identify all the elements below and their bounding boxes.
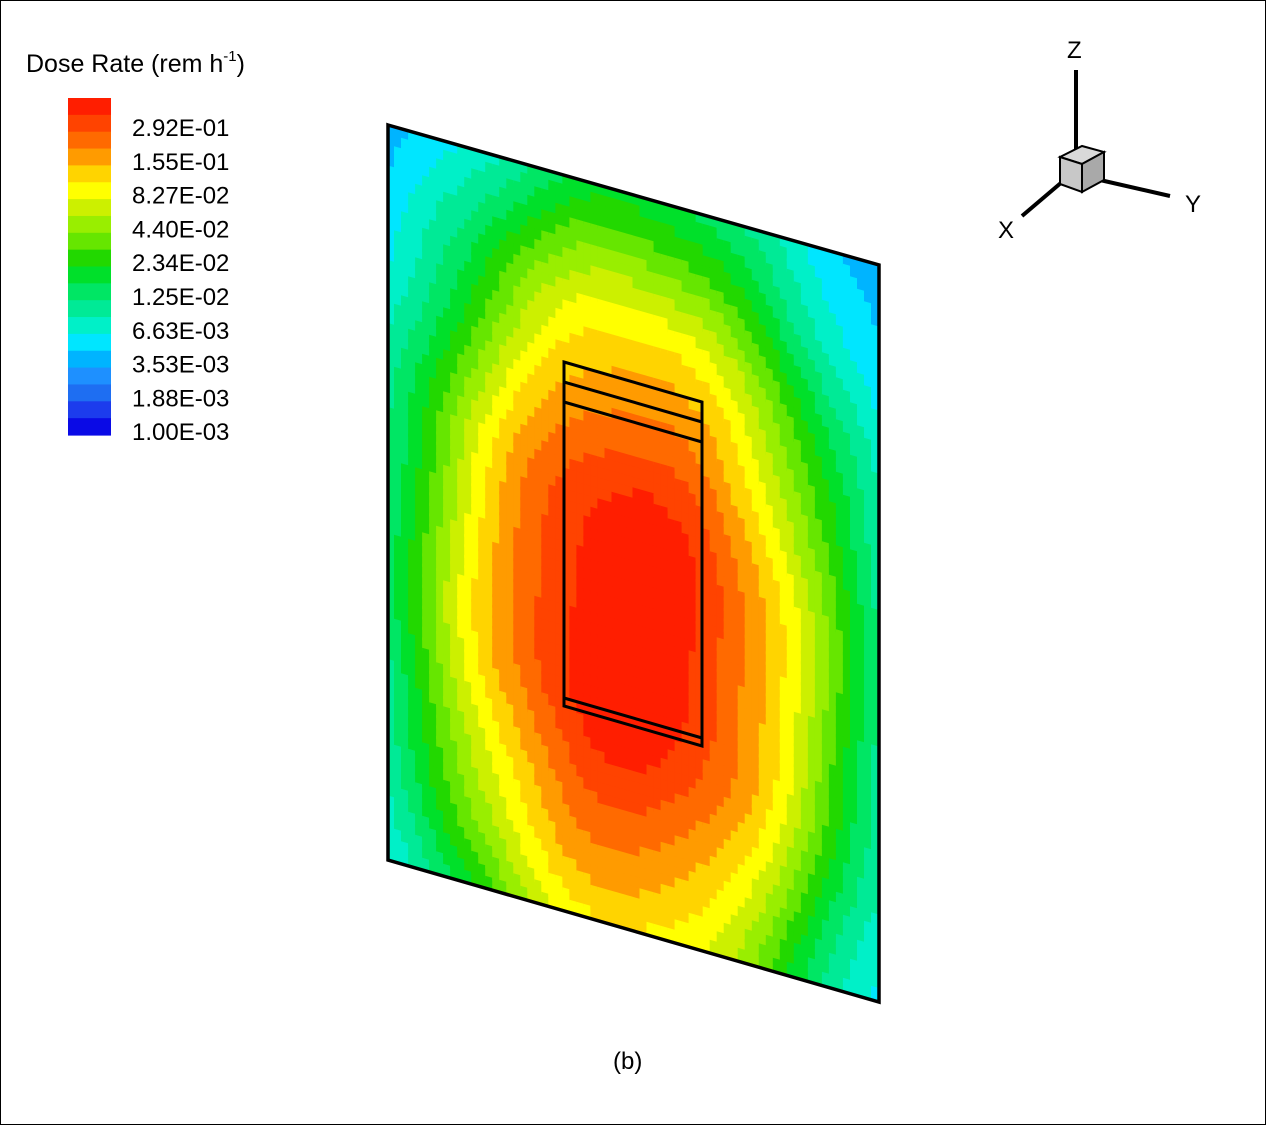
legend-label: 1.88E-03 <box>132 385 229 412</box>
x-axis-line <box>1020 180 1064 218</box>
legend-swatch <box>68 199 111 217</box>
legend-swatch <box>68 384 111 402</box>
legend-swatch <box>68 148 111 166</box>
legend-swatch <box>68 215 111 234</box>
legend-label: 8.27E-02 <box>132 183 229 210</box>
dose-rate-contour-panel <box>388 125 879 1002</box>
legend-swatch <box>68 300 111 318</box>
z-axis-label: Z <box>1067 37 1082 64</box>
legend-label: 4.40E-02 <box>132 216 229 243</box>
legend-swatch <box>68 350 111 369</box>
legend-swatch <box>68 401 111 419</box>
legend-swatch <box>68 232 111 251</box>
contour-plot: Dose Rate (rem h-1) 2.92E-01 1.55E-01 8.27… <box>26 37 1201 1075</box>
legend-swatch <box>68 249 111 268</box>
legend-label: 3.53E-03 <box>132 352 229 379</box>
legend-swatch <box>68 367 111 386</box>
legend-swatch <box>68 131 111 150</box>
legend-label: 2.92E-01 <box>132 115 229 142</box>
legend-swatch <box>68 333 111 352</box>
legend-label: 2.34E-02 <box>132 250 229 277</box>
legend-swatch <box>68 317 111 335</box>
legend-label: 1.00E-03 <box>132 419 229 446</box>
legend-swatch <box>68 98 111 116</box>
cube-left <box>1059 155 1083 194</box>
legend-swatch <box>68 165 111 183</box>
x-axis-label: X <box>998 217 1014 244</box>
legend-swatch <box>68 266 111 284</box>
legend-label: 1.55E-01 <box>132 149 229 176</box>
figure-caption: (b) <box>613 1048 642 1075</box>
color-legend: 2.92E-01 1.55E-01 8.27E-02 4.40E-02 2.34E-02… <box>68 98 229 446</box>
y-axis-label: Y <box>1185 191 1201 218</box>
legend-swatch <box>68 418 111 436</box>
legend-swatch <box>68 283 111 301</box>
legend-label: 6.63E-03 <box>132 318 229 345</box>
y-axis-line <box>1099 178 1171 198</box>
legend-swatch <box>68 114 111 133</box>
legend-label: 1.25E-02 <box>132 284 229 311</box>
axes-triad: Z Y X <box>998 37 1201 244</box>
legend-title: Dose Rate (rem h-1) <box>26 48 245 78</box>
legend-swatch <box>68 182 111 200</box>
